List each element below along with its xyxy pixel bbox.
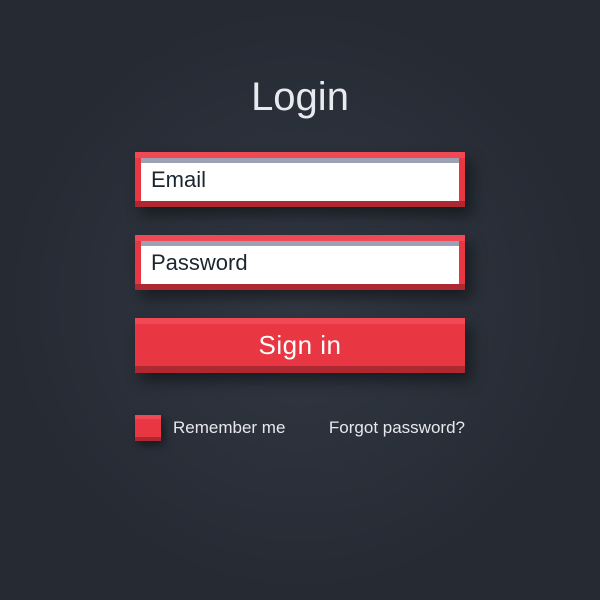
page-title: Login	[251, 75, 349, 120]
password-field-frame	[135, 235, 465, 290]
forgot-password-link[interactable]: Forgot password?	[329, 418, 465, 438]
signin-button[interactable]: Sign in	[135, 318, 465, 373]
email-field[interactable]	[141, 158, 459, 201]
email-field-frame	[135, 152, 465, 207]
password-field[interactable]	[141, 241, 459, 284]
bottom-row: Remember me Forgot password?	[135, 415, 465, 441]
checkbox-icon[interactable]	[135, 415, 161, 441]
remember-label: Remember me	[173, 418, 285, 438]
remember-me[interactable]: Remember me	[135, 415, 285, 441]
